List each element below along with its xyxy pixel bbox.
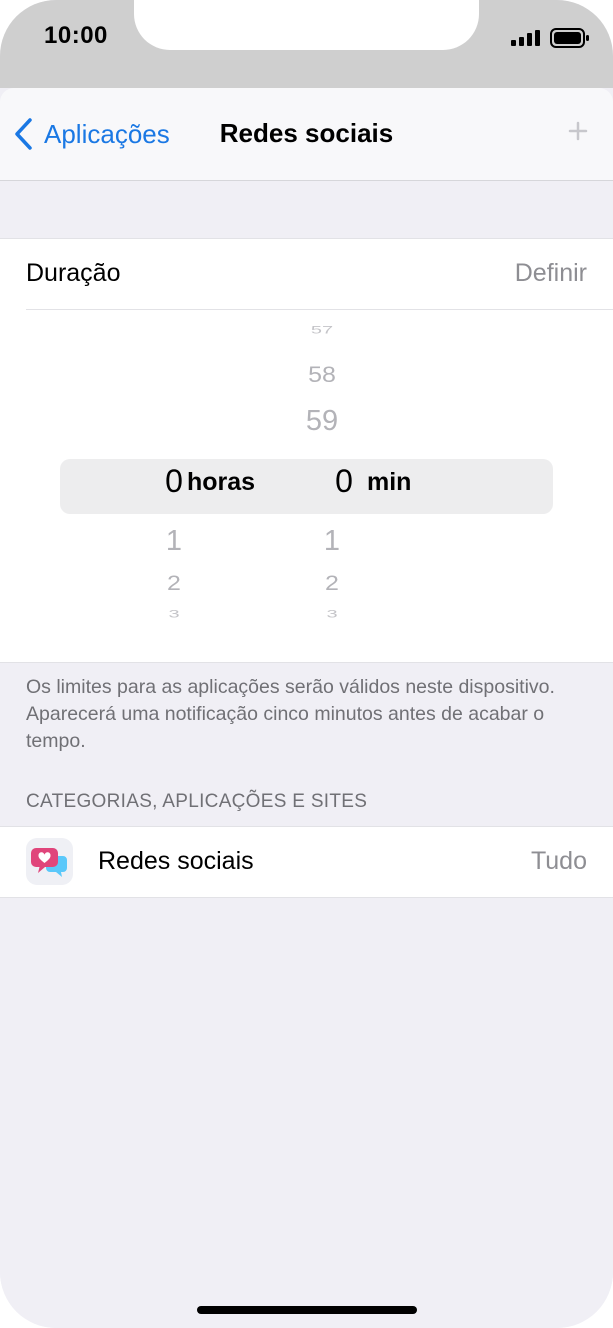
picker-selection-highlight	[60, 459, 553, 514]
battery-icon	[550, 28, 589, 48]
limits-footer-note: Os limites para as aplicações serão váli…	[26, 676, 555, 752]
category-row[interactable]: Redes sociais Tudo	[0, 826, 613, 898]
hours-option: 3	[168, 608, 180, 621]
section-header: CATEGORIAS, APLICAÇÕES E SITES	[26, 791, 368, 812]
hours-unit: horas	[187, 468, 256, 496]
minutes-option: 3	[326, 608, 338, 621]
plus-icon[interactable]	[567, 120, 589, 142]
home-indicator[interactable]	[197, 1306, 417, 1314]
minutes-selected: 0	[335, 463, 353, 499]
minutes-option: 57	[310, 324, 334, 337]
hours-option: 1	[165, 525, 183, 557]
time-picker[interactable]: 0 1 2 3 horas 57 58 59 0 1 2 3 min	[0, 311, 613, 661]
status-bar: 10:00	[0, 0, 613, 88]
duration-row[interactable]: Duração Definir	[26, 239, 613, 310]
status-time: 10:00	[44, 22, 108, 49]
page-title: Redes sociais	[219, 118, 394, 148]
navigation-bar: Aplicações Redes sociais	[0, 88, 613, 181]
minutes-option: 2	[325, 571, 339, 595]
duration-card: Duração Definir 0 1 2 3 horas 57 58 59 0	[0, 238, 613, 663]
modal-sheet: Aplicações Redes sociais Duração Definir…	[0, 88, 613, 1328]
minutes-option: 58	[308, 362, 336, 388]
minutes-unit: min	[367, 468, 412, 496]
set-button[interactable]: Definir	[515, 259, 587, 288]
category-label: Redes sociais	[98, 847, 254, 875]
social-chat-icon	[26, 838, 73, 885]
phone-screen: 10:00 Aplicações Redes sociais Duração D…	[0, 0, 613, 1328]
duration-label: Duração	[26, 259, 121, 287]
minutes-option: 1	[323, 525, 341, 557]
minutes-option: 59	[305, 405, 339, 437]
hours-option: 2	[167, 571, 181, 595]
signal-icon	[511, 30, 540, 46]
category-value: Tudo	[530, 847, 587, 875]
notch	[134, 0, 479, 50]
